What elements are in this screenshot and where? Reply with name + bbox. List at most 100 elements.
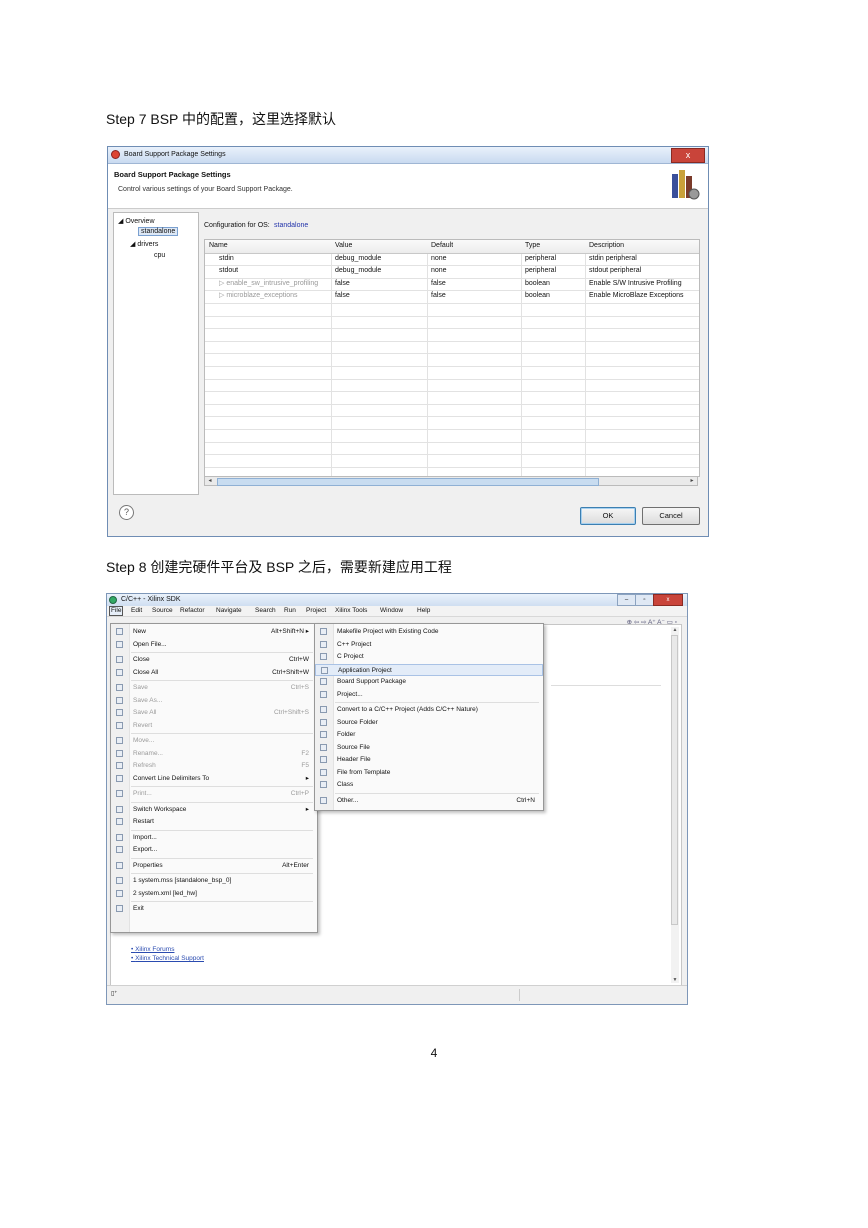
table-cell: false (335, 279, 350, 287)
menu-item-icon (116, 774, 123, 782)
column-header[interactable]: Default (431, 240, 453, 253)
table-cell: ▷ microblaze_exceptions (219, 292, 298, 300)
table-row[interactable]: ▷ enable_sw_intrusive_profiling false fals… (205, 278, 699, 292)
menu-window[interactable]: Window (380, 606, 403, 616)
menu-item-label: Open File... (133, 640, 167, 648)
column-header[interactable]: Type (525, 240, 540, 253)
menu-item-shortcut: Ctrl+P (290, 790, 309, 797)
menu-item-new[interactable]: New Alt+Shift+N ▸ (111, 626, 317, 638)
menu-refactor[interactable]: Refactor (180, 606, 205, 616)
maximize-icon[interactable]: ▫ (635, 594, 654, 606)
menu-item-c-project[interactable]: C++ Project (315, 639, 543, 651)
scroll-down-icon[interactable]: ▼ (671, 977, 679, 983)
menu-item-icon (116, 818, 123, 825)
menu-item-application-project[interactable]: Application Project (315, 663, 543, 676)
menu-item-label: Exit (133, 905, 144, 912)
menu-item-label: Close All (133, 668, 159, 676)
menu-item-c-project[interactable]: C Project (315, 651, 543, 663)
menu-item-label: Export... (133, 846, 158, 853)
menu-source[interactable]: Source (152, 606, 173, 616)
menu-item-properties[interactable]: Properties Alt+Enter (111, 860, 317, 872)
menu-separator (131, 801, 313, 803)
link-xilinx-forums[interactable]: Xilinx Forums (131, 945, 204, 954)
menu-item-icon (320, 743, 327, 751)
column-header[interactable]: Value (335, 240, 352, 253)
table-row (205, 328, 699, 342)
minimize-icon[interactable]: – (617, 594, 636, 606)
new-item-status-icon[interactable]: ▯⁺ (111, 990, 117, 997)
menu-separator (131, 652, 313, 653)
help-icon[interactable]: ? (119, 505, 134, 520)
table-cell: false (335, 292, 350, 300)
table-cell: stdin peripheral (589, 254, 637, 262)
menu-item-exit[interactable]: Exit (111, 903, 317, 915)
menu-item-source-folder[interactable]: Source Folder (315, 717, 543, 729)
tree-item-cpu[interactable]: cpu (154, 252, 165, 259)
cancel-button[interactable]: Cancel (642, 507, 700, 525)
menu-item-export[interactable]: Export... (111, 844, 317, 856)
scroll-left-icon[interactable]: ◂ (205, 477, 215, 485)
menu-item-import[interactable]: Import... (111, 832, 317, 844)
menu-item-label: Application Project (338, 666, 392, 674)
menu-item-label: Source Folder (337, 718, 378, 726)
tree-item-overview[interactable]: ◢ Overview (118, 217, 155, 225)
menu-item-source-file[interactable]: Source File (315, 742, 543, 754)
table-cell: stdout peripheral (589, 267, 642, 275)
menu-project[interactable]: Project (306, 606, 326, 616)
link-xilinx-technical-support[interactable]: Xilinx Technical Support (131, 954, 204, 963)
vertical-scrollbar[interactable]: ▲ ▼ (671, 627, 679, 983)
menu-edit[interactable]: Edit (131, 606, 142, 616)
menu-item-file-from-template[interactable]: File from Template (315, 767, 543, 779)
menu-item-folder[interactable]: Folder (315, 729, 543, 741)
menu-file[interactable]: File (109, 606, 124, 616)
menu-item-convert-line-delimiters-to[interactable]: Convert Line Delimiters To ▸ (111, 773, 317, 785)
table-header-row: Name Value Default Type Description (205, 240, 699, 254)
step7-heading: Step 7 BSP 中的配置，这里选择默认 (106, 111, 337, 127)
menu-item-class[interactable]: Class (315, 779, 543, 791)
menu-item-switch-workspace[interactable]: Switch Workspace ▸ (111, 804, 317, 816)
close-window-icon[interactable]: x (653, 594, 683, 606)
menu-item-restart[interactable]: Restart (111, 816, 317, 828)
table-row[interactable]: stdout debug_module none peripheral stdout p… (205, 265, 699, 279)
table-cell: false (431, 292, 446, 300)
table-row[interactable]: stdin debug_module none peripheral stdin per… (205, 253, 699, 267)
menu-item-2-system-xml-led-hw[interactable]: 2 system.xml [led_hw] (111, 888, 317, 900)
menu-item-open-file[interactable]: Open File... (111, 639, 317, 651)
tree-item-drivers[interactable]: ◢ drivers (130, 240, 158, 248)
menu-item-close[interactable]: Close Ctrl+W (111, 654, 317, 666)
close-icon[interactable]: x (671, 148, 705, 163)
menu-run[interactable]: Run (284, 606, 296, 616)
menu-item-other[interactable]: Other... Ctrl+N (315, 795, 543, 807)
dialog-header: Board Support Package Settings Control v… (108, 164, 708, 209)
horizontal-scrollbar[interactable]: ◂ ▸ (204, 476, 698, 486)
menu-item-save: Save Ctrl+S (111, 682, 317, 694)
menu-item-label: C++ Project (337, 640, 372, 648)
ok-button[interactable]: OK (580, 507, 636, 525)
table-row[interactable]: ▷ microblaze_exceptions false false boolean… (205, 290, 699, 304)
scroll-right-icon[interactable]: ▸ (687, 477, 697, 485)
menu-item-shortcut: ▸ (305, 805, 309, 813)
menu-item-icon (116, 889, 123, 897)
menu-help[interactable]: Help (417, 606, 430, 616)
table-cell: ▷ enable_sw_intrusive_profiling (219, 279, 319, 287)
menu-item-1-system-mss-standalone-bsp-0[interactable]: 1 system.mss [standalone_bsp_0] (111, 875, 317, 887)
config-os-label: Configuration for OS: (204, 222, 270, 229)
menu-item-close-all[interactable]: Close All Ctrl+Shift+W (111, 667, 317, 679)
table-cell: Enable S/W Intrusive Profiling (589, 279, 682, 287)
tree-item-standalone[interactable]: standalone (138, 227, 179, 236)
column-header[interactable]: Description (589, 240, 624, 253)
scroll-thumb[interactable] (217, 478, 599, 486)
menu-navigate[interactable]: Navigate (216, 606, 242, 616)
menu-item-convert-to-a-c-c-project-adds-c-c-nature[interactable]: Convert to a C/C++ Project (Adds C/C++ N… (315, 704, 543, 716)
table-cell: debug_module (335, 254, 382, 262)
menu-item-makefile-project-with-existing-code[interactable]: Makefile Project with Existing Code (315, 626, 543, 638)
vertical-scroll-thumb[interactable] (671, 635, 678, 925)
menu-search[interactable]: Search (255, 606, 276, 616)
menu-item-board-support-package[interactable]: Board Support Package (315, 676, 543, 688)
column-header[interactable]: Name (209, 240, 228, 253)
scroll-up-icon[interactable]: ▲ (671, 627, 679, 633)
table-row (205, 353, 699, 367)
menu-xilinx-tools[interactable]: Xilinx Tools (335, 606, 367, 616)
menu-item-project[interactable]: Project... (315, 689, 543, 701)
menu-item-header-file[interactable]: Header File (315, 754, 543, 766)
